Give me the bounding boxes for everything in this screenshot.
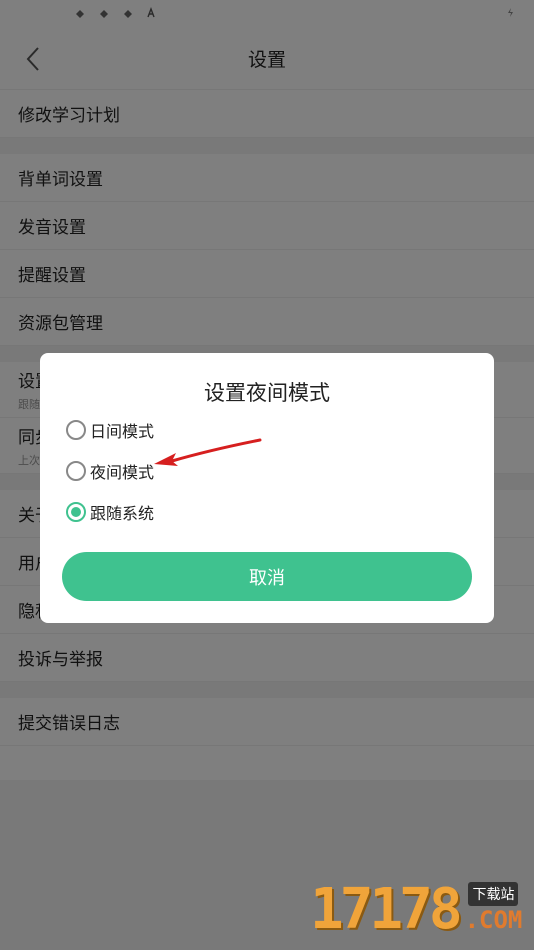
- option-label: 跟随系统: [90, 504, 155, 523]
- option-label: 日间模式: [90, 422, 155, 441]
- option-day-mode[interactable]: 日间模式: [66, 418, 154, 442]
- option-follow-system[interactable]: 跟随系统: [66, 500, 154, 524]
- watermark-domain: .COM: [464, 906, 523, 934]
- annotation-arrow-icon: [154, 438, 262, 466]
- radio-button[interactable]: [66, 461, 86, 481]
- option-label: 夜间模式: [90, 463, 155, 482]
- watermark-tag: 下载站: [468, 882, 519, 906]
- radio-button-selected[interactable]: [66, 502, 86, 522]
- dialog-title: 设置夜间模式: [204, 381, 330, 405]
- cancel-button[interactable]: 取消: [62, 552, 472, 601]
- site-watermark: 17178 下载站 .COM: [310, 880, 522, 940]
- radio-button[interactable]: [66, 420, 86, 440]
- night-mode-dialog: 设置夜间模式 日间模式 夜间模式 跟随系统 取消: [40, 353, 494, 623]
- watermark-number: 17178: [310, 877, 463, 942]
- option-night-mode[interactable]: 夜间模式: [66, 459, 154, 483]
